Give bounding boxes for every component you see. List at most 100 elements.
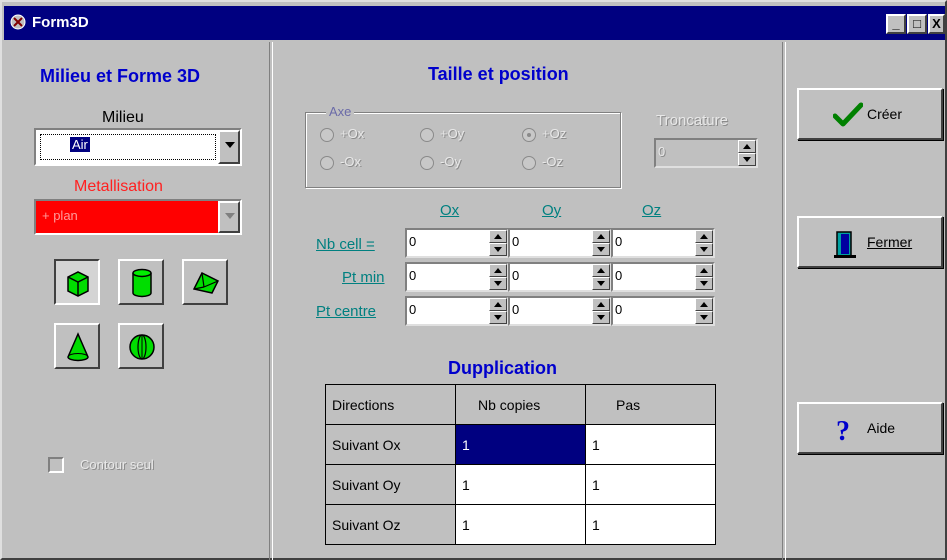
ptmin-oz[interactable]: 0 xyxy=(611,262,715,292)
spin-down-icon[interactable] xyxy=(695,277,713,290)
question-icon: ? xyxy=(836,416,850,444)
minimize-button[interactable]: _ xyxy=(886,14,906,34)
window-title: Form3D xyxy=(32,14,89,31)
spin-down-icon[interactable] xyxy=(592,277,610,290)
spin-up-icon[interactable] xyxy=(738,140,756,153)
ptmin-ox[interactable]: 0 xyxy=(405,262,509,292)
radio-plus-oz[interactable]: +Oz xyxy=(522,126,566,142)
prism-button[interactable] xyxy=(182,259,228,305)
radio-minus-oy[interactable]: -Oy xyxy=(420,154,461,170)
spin-buttons xyxy=(695,264,713,290)
app-icon xyxy=(10,14,26,30)
separator-left xyxy=(269,42,273,560)
radio-dot xyxy=(320,155,334,170)
cone-button[interactable] xyxy=(54,323,100,369)
troncature-value: 0 xyxy=(658,144,666,159)
spin-buttons xyxy=(489,298,507,324)
grid-cell[interactable]: 1 xyxy=(455,504,586,545)
spin-buttons xyxy=(592,230,610,256)
checkmark-icon xyxy=(833,102,863,127)
fermer-button[interactable]: Fermer xyxy=(797,216,943,268)
creer-label: Créer xyxy=(867,106,903,122)
metal-value: + plan xyxy=(42,208,78,223)
spin-down-icon[interactable] xyxy=(489,311,507,324)
spin-buttons xyxy=(592,264,610,290)
aide-button[interactable]: ? Aide xyxy=(797,402,943,454)
grid-cell[interactable]: 1 xyxy=(455,464,586,505)
cube-button[interactable] xyxy=(54,259,100,305)
row-label: Suivant Oz xyxy=(325,504,456,545)
svg-text:?: ? xyxy=(836,416,850,444)
fermer-label: Fermer xyxy=(867,234,913,250)
metal-select[interactable]: + plan xyxy=(34,199,242,235)
row-ptmin-label: Pt min xyxy=(342,269,385,286)
chevron-down-icon[interactable] xyxy=(218,201,240,233)
close-button[interactable]: X xyxy=(928,14,945,34)
milieu-label: Milieu xyxy=(102,109,144,126)
spin-down-icon[interactable] xyxy=(695,311,713,324)
spin-down-icon[interactable] xyxy=(695,243,713,256)
spin-up-icon[interactable] xyxy=(592,230,610,243)
spin-down-icon[interactable] xyxy=(592,243,610,256)
spin-down-icon[interactable] xyxy=(489,243,507,256)
table-row: Suivant Oy 1 1 xyxy=(325,464,716,505)
spin-up-icon[interactable] xyxy=(695,264,713,277)
table-row: Suivant Ox 1 1 xyxy=(325,424,716,465)
spin-up-icon[interactable] xyxy=(489,298,507,311)
spin-up-icon[interactable] xyxy=(695,230,713,243)
spin-down-icon[interactable] xyxy=(489,277,507,290)
col-ox: Ox xyxy=(440,202,460,219)
spin-buttons xyxy=(695,298,713,324)
spin-down-icon[interactable] xyxy=(592,311,610,324)
metal-label: Metallisation xyxy=(74,178,163,195)
grid-header: Pas xyxy=(585,384,716,425)
sphere-button[interactable] xyxy=(118,323,164,369)
radio-minus-oz[interactable]: -Oz xyxy=(522,154,563,170)
col-oz: Oz xyxy=(642,202,662,219)
grid-cell[interactable]: 1 xyxy=(585,464,716,505)
creer-button[interactable]: Créer xyxy=(797,88,943,140)
radio-minus-ox[interactable]: -Ox xyxy=(320,154,361,170)
spin-buttons xyxy=(695,230,713,256)
radio-dot xyxy=(522,155,536,170)
spin-up-icon[interactable] xyxy=(592,264,610,277)
spin-down-icon[interactable] xyxy=(738,153,756,166)
spin-up-icon[interactable] xyxy=(695,298,713,311)
sphere-icon xyxy=(129,334,155,360)
cylinder-icon xyxy=(132,268,152,298)
ptmin-oy[interactable]: 0 xyxy=(508,262,612,292)
axe-groupbox: Axe xyxy=(305,104,621,188)
door-icon xyxy=(834,231,856,258)
radio-plus-ox[interactable]: +Ox xyxy=(320,126,364,142)
troncature-spin[interactable]: 0 xyxy=(654,138,758,168)
spin-up-icon[interactable] xyxy=(489,230,507,243)
cube-icon xyxy=(67,271,89,297)
nbcell-oy[interactable]: 0 xyxy=(508,228,612,258)
nbcell-oz[interactable]: 0 xyxy=(611,228,715,258)
maximize-button[interactable]: □ xyxy=(907,14,927,34)
title-bar[interactable]: Form3D _ □ X xyxy=(4,6,945,40)
spin-up-icon[interactable] xyxy=(489,264,507,277)
radio-dot xyxy=(320,127,334,142)
grid-header: Nb copies xyxy=(455,384,586,425)
grid-cell[interactable]: 1 xyxy=(585,504,716,545)
milieu-select[interactable]: Air xyxy=(34,128,242,166)
spin-buttons xyxy=(489,230,507,256)
grid-cell[interactable]: 1 xyxy=(585,424,716,465)
spin-up-icon[interactable] xyxy=(592,298,610,311)
nbcell-ox[interactable]: 0 xyxy=(405,228,509,258)
ptcentre-ox[interactable]: 0 xyxy=(405,296,509,326)
radio-plus-oy[interactable]: +Oy xyxy=(420,126,464,142)
ptcentre-oz[interactable]: 0 xyxy=(611,296,715,326)
ptcentre-oy[interactable]: 0 xyxy=(508,296,612,326)
spin-buttons xyxy=(738,140,756,166)
contour-checkbox[interactable] xyxy=(48,457,64,473)
troncature-label: Troncature xyxy=(656,112,728,129)
grid-cell[interactable]: 1 xyxy=(455,424,586,465)
aide-label: Aide xyxy=(867,420,896,436)
table-row: Directions Nb copies Pas xyxy=(325,384,716,425)
axe-legend: Axe xyxy=(326,104,355,119)
chevron-down-icon[interactable] xyxy=(218,130,240,164)
spin-buttons xyxy=(592,298,610,324)
cylinder-button[interactable] xyxy=(118,259,164,305)
